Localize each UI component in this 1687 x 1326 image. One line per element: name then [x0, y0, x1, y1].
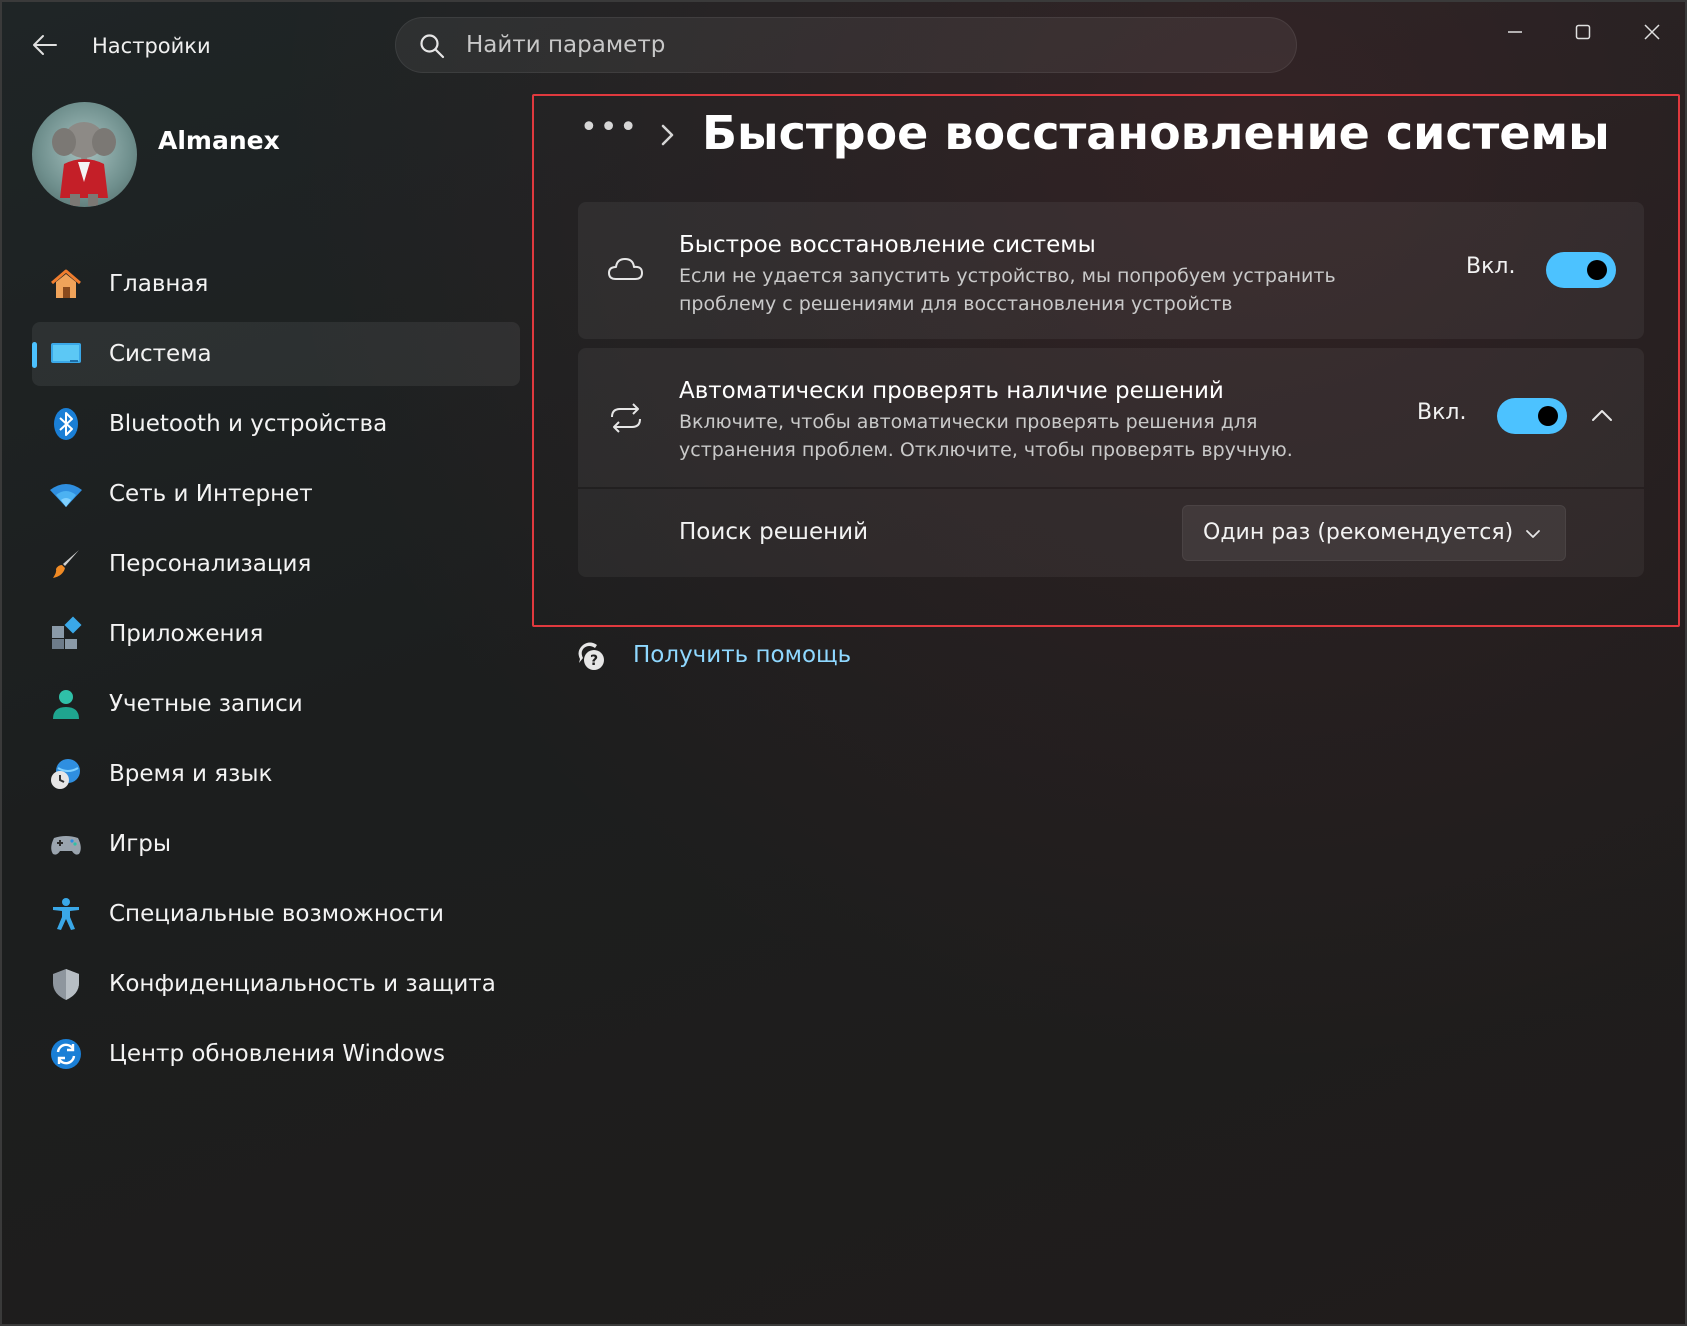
sub-setting-find-solutions: Поиск решений Один раз (рекомендуется) — [578, 489, 1644, 577]
back-arrow-icon — [33, 35, 57, 55]
wifi-icon — [50, 484, 82, 507]
sidebar-item-label: Время и язык — [109, 761, 273, 787]
sidebar-item-system[interactable]: Система — [32, 322, 520, 386]
sidebar-item-network[interactable]: Сеть и Интернет — [32, 462, 520, 526]
collapse-button[interactable] — [1587, 400, 1617, 430]
sidebar-item-label: Специальные возможности — [109, 901, 444, 927]
page-title: Быстрое восстановление системы — [702, 106, 1610, 160]
dropdown-value: Один раз (рекомендуется) — [1203, 520, 1514, 545]
elephant-avatar-icon — [52, 122, 116, 206]
svg-text:?: ? — [590, 653, 598, 669]
search-input[interactable] — [466, 18, 1266, 72]
time-language-icon — [51, 759, 80, 789]
bluetooth-icon — [54, 408, 78, 440]
system-monitor-icon — [51, 343, 81, 363]
sidebar-item-label: Учетные записи — [109, 691, 303, 717]
quick-recovery-toggle[interactable] — [1546, 252, 1616, 288]
minimize-icon — [1508, 31, 1522, 33]
accessibility-icon — [53, 898, 79, 930]
windows-update-icon — [51, 1039, 81, 1069]
setting-title: Автоматически проверять наличие решений — [679, 378, 1224, 404]
sidebar-item-label: Сеть и Интернет — [109, 481, 313, 507]
auto-check-toggle[interactable] — [1497, 398, 1567, 434]
sidebar-item-label: Главная — [109, 271, 209, 297]
home-icon — [51, 269, 81, 298]
toggle-knob — [1587, 260, 1607, 280]
sidebar-item-home[interactable]: Главная — [32, 252, 520, 316]
sidebar-item-windows-update[interactable]: Центр обновления Windows — [32, 1022, 520, 1086]
sidebar-item-label: Игры — [109, 831, 172, 857]
setting-description: Если не удается запустить устройство, мы… — [679, 265, 1336, 315]
toggle-knob — [1538, 406, 1558, 426]
help-section: ? — [574, 636, 608, 676]
search-icon — [420, 34, 445, 59]
setting-title: Быстрое восстановление системы — [679, 232, 1096, 258]
sidebar-nav: Главная Система Bluetooth и устройства С… — [32, 252, 520, 1092]
sidebar-item-label: Система — [109, 341, 212, 367]
maximize-button[interactable] — [1559, 12, 1607, 52]
chevron-right-icon — [661, 124, 674, 146]
find-solutions-dropdown[interactable]: Один раз (рекомендуется) — [1182, 505, 1566, 561]
sub-setting-label: Поиск решений — [679, 519, 869, 545]
help-chat-icon: ? — [578, 642, 604, 670]
gamepad-icon — [51, 836, 81, 855]
close-icon — [1644, 24, 1660, 40]
close-button[interactable] — [1628, 12, 1676, 52]
sidebar-item-label: Bluetooth и устройства — [109, 411, 388, 437]
setting-description: Включите, чтобы автоматически проверять … — [679, 411, 1293, 461]
chevron-down-icon — [1526, 530, 1540, 538]
search-box[interactable] — [395, 17, 1297, 73]
minimize-button[interactable] — [1491, 12, 1539, 52]
chevron-up-icon — [1592, 410, 1612, 421]
account-icon — [53, 690, 79, 719]
sidebar-item-privacy[interactable]: Конфиденциальность и защита — [32, 952, 520, 1016]
settings-window: Настройки Almane — [0, 0, 1687, 1326]
sidebar-item-label: Конфиденциальность и защита — [109, 971, 496, 997]
shield-icon — [53, 969, 79, 1000]
toggle-state-label: Вкл. — [1466, 254, 1516, 279]
maximize-icon — [1575, 24, 1591, 40]
sidebar-item-label: Персонализация — [109, 551, 312, 577]
breadcrumb-more-button[interactable]: ••• — [580, 110, 639, 145]
sidebar-item-gaming[interactable]: Игры — [32, 812, 520, 876]
get-help-link[interactable]: Получить помощь — [633, 642, 851, 668]
sidebar-item-personalization[interactable]: Персонализация — [32, 532, 520, 596]
paintbrush-icon — [53, 550, 79, 578]
back-button[interactable] — [30, 30, 60, 60]
sidebar-item-accessibility[interactable]: Специальные возможности — [32, 882, 520, 946]
setting-card-auto-check[interactable]: Автоматически проверять наличие решений … — [578, 348, 1644, 487]
sidebar-item-label: Приложения — [109, 621, 264, 647]
sidebar-item-apps[interactable]: Приложения — [32, 602, 520, 666]
toggle-state-label: Вкл. — [1417, 400, 1467, 425]
app-title: Настройки — [92, 34, 211, 58]
sync-icon — [611, 403, 641, 433]
sidebar-item-time-language[interactable]: Время и язык — [32, 742, 520, 806]
setting-card-quick-recovery: Быстрое восстановление системы Если не у… — [578, 202, 1644, 339]
sidebar-item-label: Центр обновления Windows — [109, 1041, 445, 1067]
cloud-icon — [608, 258, 643, 280]
avatar[interactable] — [32, 102, 137, 207]
sidebar-item-accounts[interactable]: Учетные записи — [32, 672, 520, 736]
sidebar-item-bluetooth[interactable]: Bluetooth и устройства — [32, 392, 520, 456]
user-name: Almanex — [158, 126, 280, 155]
apps-icon — [52, 616, 82, 649]
